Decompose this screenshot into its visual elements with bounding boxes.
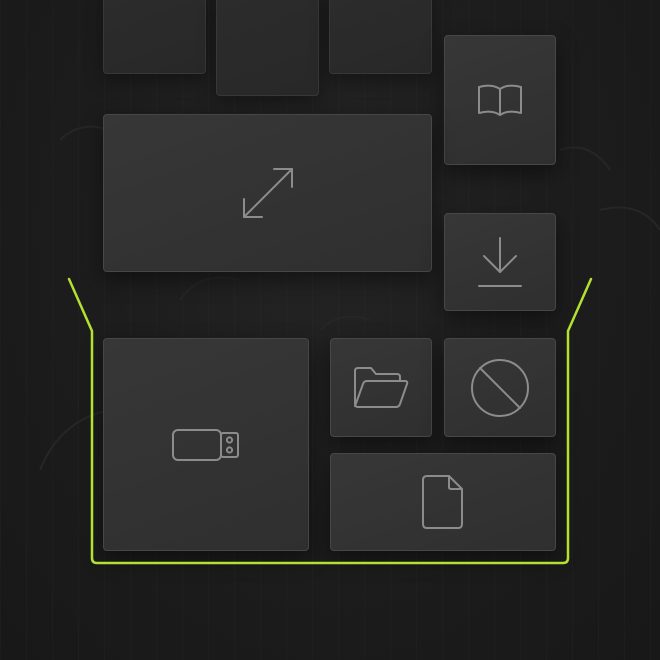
download-tile[interactable] (444, 213, 556, 311)
canvas (0, 0, 660, 660)
blocked-tile[interactable] (444, 338, 556, 437)
book-tile[interactable] (444, 35, 556, 165)
usb-drive-icon (171, 427, 241, 463)
file-icon (421, 474, 465, 530)
expand-tile[interactable] (103, 114, 432, 272)
folder-open-icon (351, 364, 411, 412)
folder-tile[interactable] (330, 338, 432, 437)
top-tile-3[interactable] (329, 0, 432, 74)
file-tile[interactable] (330, 453, 556, 551)
top-tile-1[interactable] (103, 0, 206, 74)
expand-arrows-icon (238, 163, 298, 223)
book-icon (476, 80, 524, 120)
download-icon (476, 234, 524, 290)
background-decoration (39, 125, 660, 471)
top-tile-2[interactable] (216, 0, 319, 96)
prohibited-icon (468, 356, 532, 420)
usb-drive-tile[interactable] (103, 338, 309, 551)
